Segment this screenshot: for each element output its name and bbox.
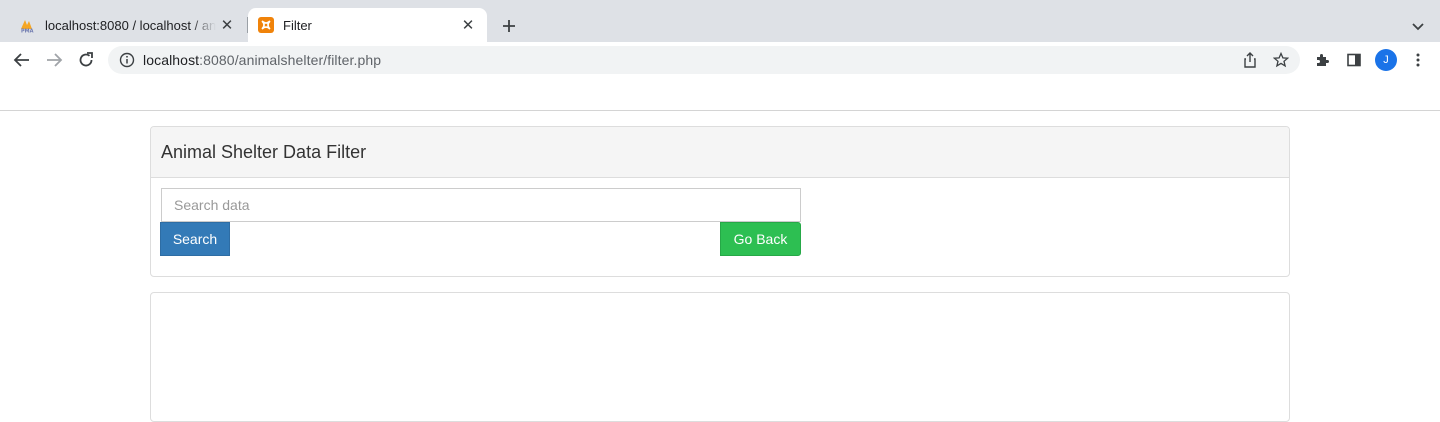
page-top-divider [0, 110, 1440, 111]
close-icon[interactable]: ✕ [457, 14, 479, 36]
phpmyadmin-icon: PMA [20, 17, 36, 33]
tab-filter[interactable]: Filter ✕ [248, 8, 487, 42]
xampp-icon [258, 17, 274, 33]
results-panel [150, 292, 1290, 422]
search-input[interactable] [161, 188, 801, 222]
star-icon[interactable] [1271, 50, 1291, 70]
url-text: localhost:8080/animalshelter/filter.php [143, 52, 381, 68]
share-icon[interactable] [1240, 50, 1260, 70]
side-panel-icon[interactable] [1344, 50, 1364, 70]
avatar[interactable]: J [1375, 49, 1397, 71]
tab-strip: PMA localhost:8080 / localhost / animals… [0, 0, 1440, 42]
tab-title: localhost:8080 / localhost / animalshelt… [45, 17, 216, 33]
tab-phpmyadmin[interactable]: PMA localhost:8080 / localhost / animals… [10, 8, 246, 42]
tab-title: Filter [283, 17, 312, 33]
url-path: :8080/animalshelter/filter.php [199, 52, 382, 68]
page-title: Animal Shelter Data Filter [161, 142, 367, 162]
filter-panel: Animal Shelter Data Filter Search Go Bac… [150, 126, 1290, 277]
forward-arrow-icon[interactable] [42, 48, 66, 72]
close-icon[interactable]: ✕ [216, 14, 238, 36]
search-button[interactable]: Search [160, 222, 230, 256]
panel-heading: Animal Shelter Data Filter [151, 127, 1289, 178]
reload-icon[interactable] [74, 48, 98, 72]
chevron-down-icon[interactable] [1406, 14, 1430, 38]
go-back-button[interactable]: Go Back [720, 222, 801, 256]
svg-text:PMA: PMA [21, 29, 34, 34]
url-host: localhost [143, 52, 200, 68]
info-icon[interactable] [119, 52, 135, 68]
more-vert-icon[interactable] [1408, 50, 1428, 70]
browser-toolbar: localhost:8080/animalshelter/filter.php … [0, 42, 1440, 78]
address-bar[interactable]: localhost:8080/animalshelter/filter.php [108, 46, 1300, 74]
back-arrow-icon[interactable] [10, 48, 34, 72]
new-tab-icon[interactable] [497, 14, 521, 38]
extensions-icon[interactable] [1312, 50, 1332, 70]
